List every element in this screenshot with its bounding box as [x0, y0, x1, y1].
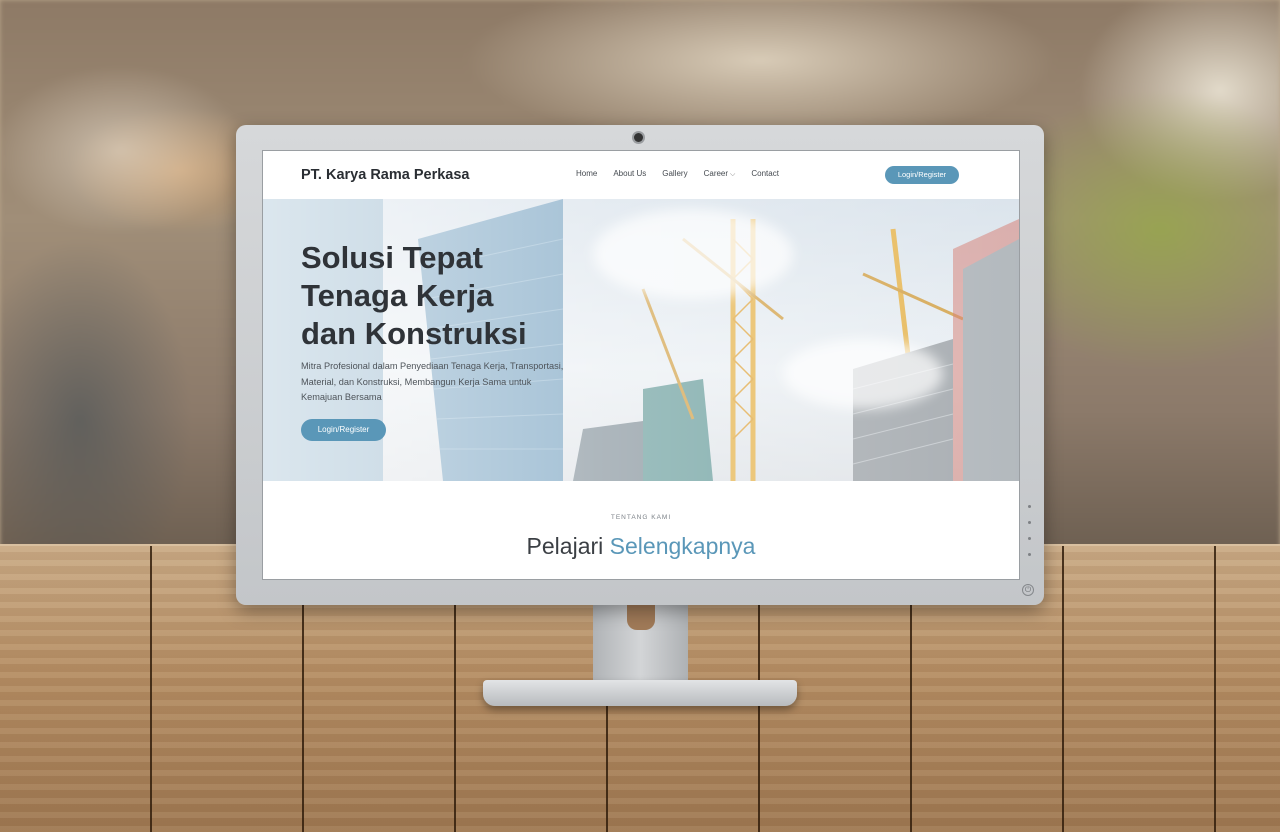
nav-gallery[interactable]: Gallery: [662, 169, 687, 179]
monitor-screen: PT. Karya Rama Perkasa Home About Us Gal…: [262, 150, 1020, 580]
about-heading: Pelajari Selengkapnya: [263, 533, 1019, 560]
about-section: TENTANG KAMI Pelajari Selengkapnya: [263, 481, 1019, 579]
monitor-stand-cable-hole: [627, 602, 655, 630]
hero-title: Solusi Tepat Tenaga Kerja dan Konstruksi: [301, 239, 601, 353]
nav-career-label: Career: [703, 169, 729, 178]
monitor-stand-base: [483, 680, 797, 706]
nav-home[interactable]: Home: [576, 169, 597, 179]
hero-subtitle: Mitra Profesional dalam Penyediaan Tenag…: [301, 361, 564, 402]
hero-title-line3: dan Konstruksi: [301, 316, 527, 351]
about-heading-accent: Selengkapnya: [609, 533, 756, 559]
nav-links: Home About Us Gallery Career ⌵ Contact: [576, 169, 779, 179]
nav-about-us[interactable]: About Us: [613, 169, 646, 179]
navbar: PT. Karya Rama Perkasa Home About Us Gal…: [263, 151, 1019, 199]
brand-logo[interactable]: PT. Karya Rama Perkasa: [301, 167, 469, 183]
hero-title-line2: Tenaga Kerja: [301, 278, 494, 313]
nav-login-register-button[interactable]: Login/Register: [885, 166, 959, 184]
monitor-side-buttons: [1028, 505, 1032, 569]
nav-contact[interactable]: Contact: [751, 169, 779, 179]
hero-login-register-button[interactable]: Login/Register: [301, 419, 386, 441]
nav-career[interactable]: Career ⌵: [704, 169, 736, 179]
chevron-down-icon: ⌵: [730, 171, 736, 178]
about-heading-plain: Pelajari: [526, 533, 604, 559]
hero-title-line1: Solusi Tepat: [301, 240, 484, 275]
power-icon[interactable]: ⏻: [1022, 584, 1034, 596]
webcam-icon: [634, 133, 643, 142]
about-eyebrow: TENTANG KAMI: [610, 514, 672, 521]
hero-section: Solusi Tepat Tenaga Kerja dan Konstruksi…: [263, 199, 1019, 481]
